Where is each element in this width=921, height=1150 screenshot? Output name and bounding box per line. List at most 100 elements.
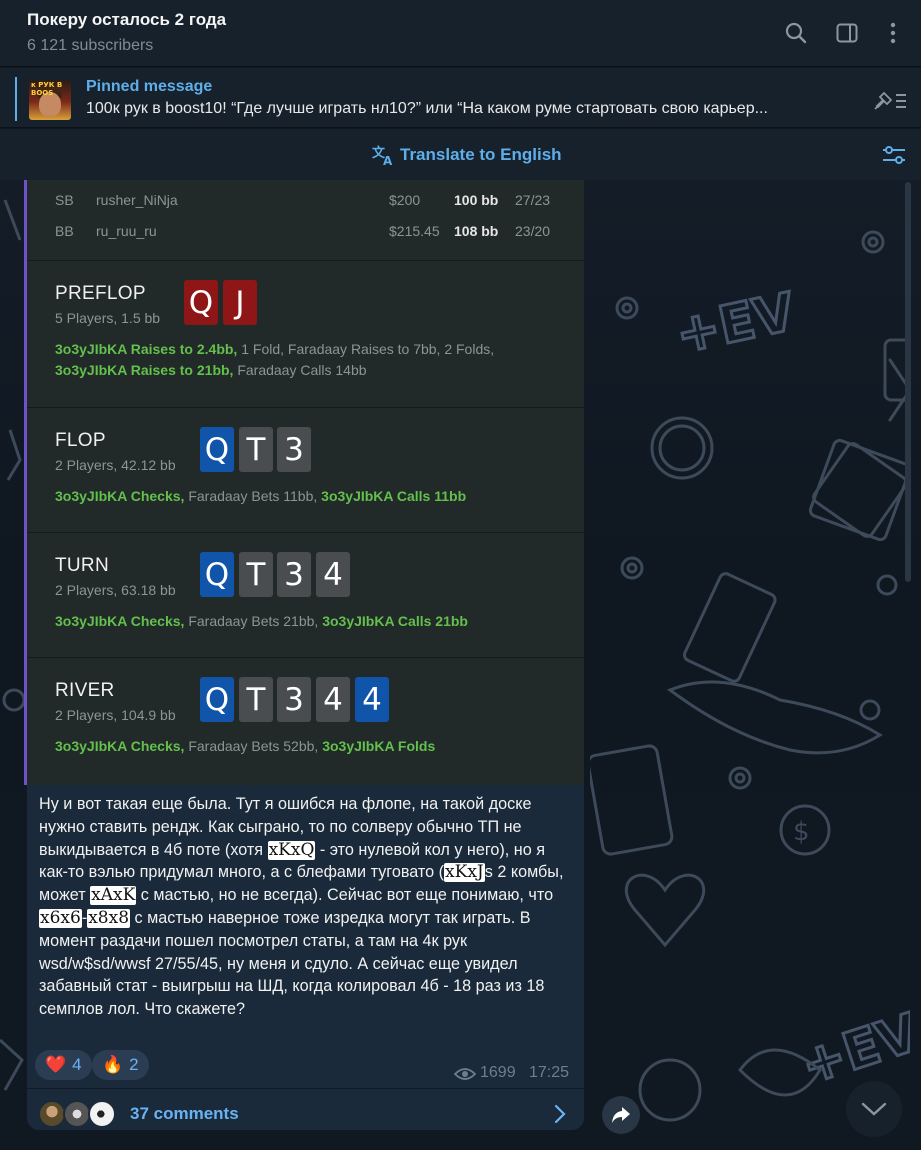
avatar [38,1100,66,1128]
hero-action: 3o3yJIbKA Checks, [55,613,185,629]
card: T [239,552,273,597]
card: Q [184,280,218,325]
translate-label: Translate to English [400,145,562,164]
comments-count[interactable]: 37 comments [130,1104,239,1124]
player-stat: 27/23 [515,192,551,208]
street-action-line: 3o3yJIbKA Raises to 2.4bb, 1 Fold, Farad… [55,341,494,357]
card: T [239,427,273,472]
hero-action: 3o3yJIbKA Raises to 21bb, [55,362,234,378]
thumb-caption: к РУК В BOOS [31,81,63,97]
scroll-down-button[interactable] [846,1081,902,1137]
fire-icon: 🔥 [102,1055,124,1074]
card: J [223,280,257,325]
hero-action: 3o3yJIbKA Raises to 2.4bb, [55,341,238,357]
pinned-thumbnail: к РУК В BOOS [29,80,71,120]
translate-icon: 文A [372,145,393,166]
reaction-fire[interactable]: 🔥 2 [92,1050,149,1080]
card: 4 [316,677,350,722]
street-players: 2 Players, 104.9 bb [55,707,176,723]
street-action-line: 3o3yJIbKA Raises to 21bb, Faradaay Calls… [55,362,367,378]
avatar [88,1100,116,1128]
avatar [63,1100,91,1128]
player-stack: $200 [389,192,421,208]
street-players: 2 Players, 42.12 bb [55,457,176,473]
card: 4 [316,552,350,597]
street-players: 5 Players, 1.5 bb [55,310,161,326]
pinned-list-icon[interactable] [872,86,910,114]
pinned-indicator [15,77,17,121]
views-icon [453,1067,477,1086]
street-preflop: PREFLOP 5 Players, 1.5 bb Q J 3o3yJIbKA … [27,260,584,384]
street-river: RIVER 2 Players, 104.9 bb Q T 3 4 4 3o3y… [27,657,584,781]
hand-combo-tag: x8x8 [87,907,131,928]
card: Q [200,552,234,597]
text-part: с мастью, но не всегда). Сейчас вот еще … [136,886,554,905]
player-bb: 100 bb [454,192,499,208]
reaction-heart[interactable]: ❤️ 4 [35,1050,92,1080]
card: 3 [277,677,311,722]
player-name: rusher_NiNja [96,192,178,208]
search-icon[interactable] [781,18,811,48]
card: 3 [277,427,311,472]
translate-button[interactable]: 文A Translate to English [372,143,562,167]
street-turn: TURN 2 Players, 63.18 bb Q T 3 4 3o3yJIb… [27,532,584,656]
street-name: FLOP [55,430,106,451]
pinned-label: Pinned message [86,78,213,95]
channel-title[interactable]: Покеру осталось 2 года [27,10,226,30]
left-background-doodles [0,199,26,1091]
hand-combo-tag: xAxK [90,885,137,906]
background-doodles: +EV +EV $ [590,230,910,1122]
hero-action: 3o3yJIbKA Calls 21bb [322,613,468,629]
player-name: ru_ruu_ru [96,223,157,239]
message-text[interactable]: Ну и вот такая еще была. Тут я ошибся на… [39,793,574,1021]
street-flop: FLOP 2 Players, 42.12 bb Q T 3 3o3yJIbKA… [27,407,584,531]
svg-text:A: A [383,154,393,166]
heart-icon: ❤️ [45,1055,67,1074]
street-action-line: 3o3yJIbKA Checks, Faradaay Bets 52bb, 3o… [55,738,435,754]
chevron-right-icon[interactable] [552,1104,568,1124]
sidebar-toggle-icon[interactable] [832,18,862,48]
svg-text:+EV: +EV [671,282,800,366]
reaction-count: 4 [72,1055,82,1074]
street-players: 2 Players, 63.18 bb [55,582,176,598]
player-stat: 23/20 [515,223,551,239]
reaction-count: 2 [129,1055,139,1074]
hand-combo-tag: xKxQ [267,839,316,860]
translate-settings-icon[interactable] [880,143,908,167]
pinned-text[interactable]: 100к рук в boost10! “Где лучше играть нл… [86,100,856,118]
pinned-message-bar[interactable]: к РУК В BOOS [0,68,921,128]
position-label: BB [55,223,74,239]
more-options-icon[interactable] [878,18,908,48]
villain-action: 1 Fold, Faradaay Raises to 7bb, 2 Folds, [237,341,495,357]
share-button[interactable] [602,1096,640,1134]
street-name: PREFLOP [55,283,146,304]
hand-combo-tag: xKxJ [444,862,485,883]
street-action-line: 3o3yJIbKA Checks, Faradaay Bets 21bb, 3o… [55,613,468,629]
hand-combo-tag: x6x6 [39,907,82,928]
chat-scrollbar[interactable] [905,182,911,582]
hero-action: 3o3yJIbKA Checks, [55,738,185,754]
view-count: 1699 [480,1064,516,1081]
street-name: TURN [55,555,109,576]
card: Q [200,677,234,722]
position-label: SB [55,192,74,208]
hero-action: 3o3yJIbKA Calls 11bb [321,488,467,504]
hero-action: 3o3yJIbKA Checks, [55,488,185,504]
player-bb: 108 bb [454,223,499,239]
villain-action: Faradaay Bets 52bb, [184,738,323,754]
villain-action: Faradaay Bets 21bb, [184,613,323,629]
street-name: RIVER [55,680,115,701]
svg-text:$: $ [793,817,810,847]
chevron-down-icon [861,1102,887,1116]
message-time: 17:25 [529,1064,570,1081]
hero-action: 3o3yJIbKA Folds [322,738,436,754]
card: T [239,677,273,722]
villain-action: Faradaay Calls 14bb [233,362,367,378]
chat-header: Покеру осталось 2 года 6 121 subscribers [0,0,921,67]
street-action-line: 3o3yJIbKA Checks, Faradaay Bets 11bb, 3o… [55,488,466,504]
card: 4 [355,677,389,722]
player-stack: $215.45 [389,223,440,239]
card: 3 [277,552,311,597]
share-icon [612,1107,630,1123]
villain-action: Faradaay Bets 11bb, [184,488,322,504]
